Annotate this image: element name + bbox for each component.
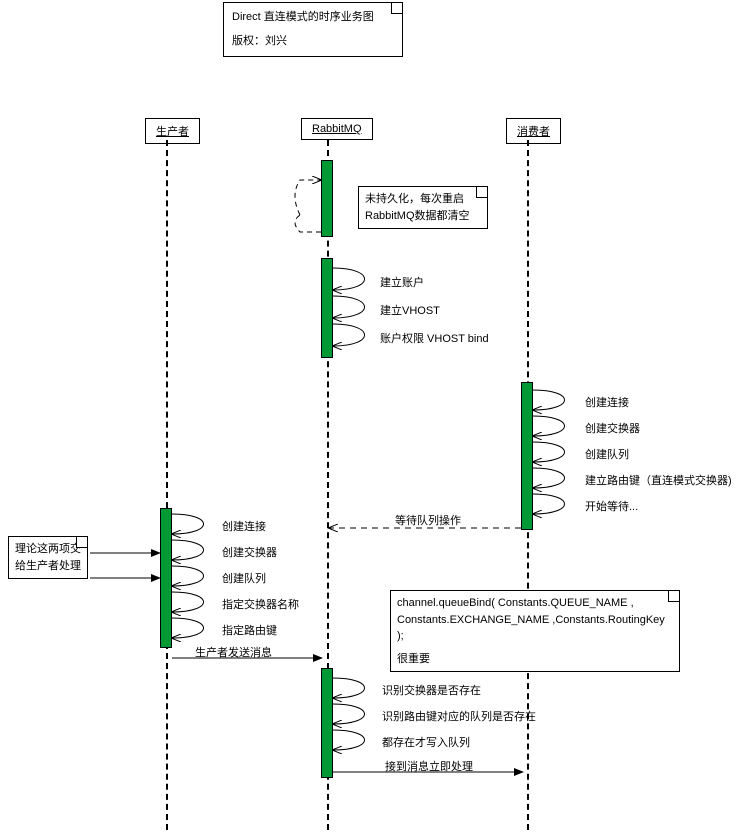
note-persist: 未持久化，每次重启RabbitMQ数据都清空	[358, 186, 488, 229]
label-producer-p2: 创建交换器	[222, 544, 277, 560]
label-rabbit-s2: 建立VHOST	[380, 302, 440, 318]
label-producer-p3: 创建队列	[222, 570, 266, 586]
label-consumer-c3: 创建队列	[585, 446, 629, 462]
label-producer-p1: 创建连接	[222, 518, 266, 534]
label-rabbit-r3: 都存在才写入队列	[382, 734, 470, 750]
arrows-layer	[0, 0, 739, 837]
label-rabbit-s3: 账户权限 VHOST bind	[380, 330, 489, 346]
label-recv: 接到消息立即处理	[385, 758, 473, 774]
label-consumer-c2: 创建交换器	[585, 420, 640, 436]
label-consumer-c4: 建立路由键（直连模式交换器)	[585, 472, 732, 488]
label-wait-queue: 等待队列操作	[395, 512, 461, 528]
label-send: 生产者发送消息	[195, 644, 272, 660]
note-delegate: 理论这两项交给生产者处理	[8, 536, 88, 579]
note-bind-code: channel.queueBind( Constants.QUEUE_NAME …	[390, 590, 680, 672]
label-rabbit-r2: 识别路由键对应的队列是否存在	[382, 708, 536, 724]
label-rabbit-r1: 识别交换器是否存在	[382, 682, 481, 698]
label-producer-p4: 指定交换器名称	[222, 596, 299, 612]
label-rabbit-s1: 建立账户	[380, 274, 424, 290]
label-consumer-c1: 创建连接	[585, 394, 629, 410]
label-producer-p5: 指定路由键	[222, 622, 277, 638]
label-consumer-c5: 开始等待...	[585, 498, 638, 514]
